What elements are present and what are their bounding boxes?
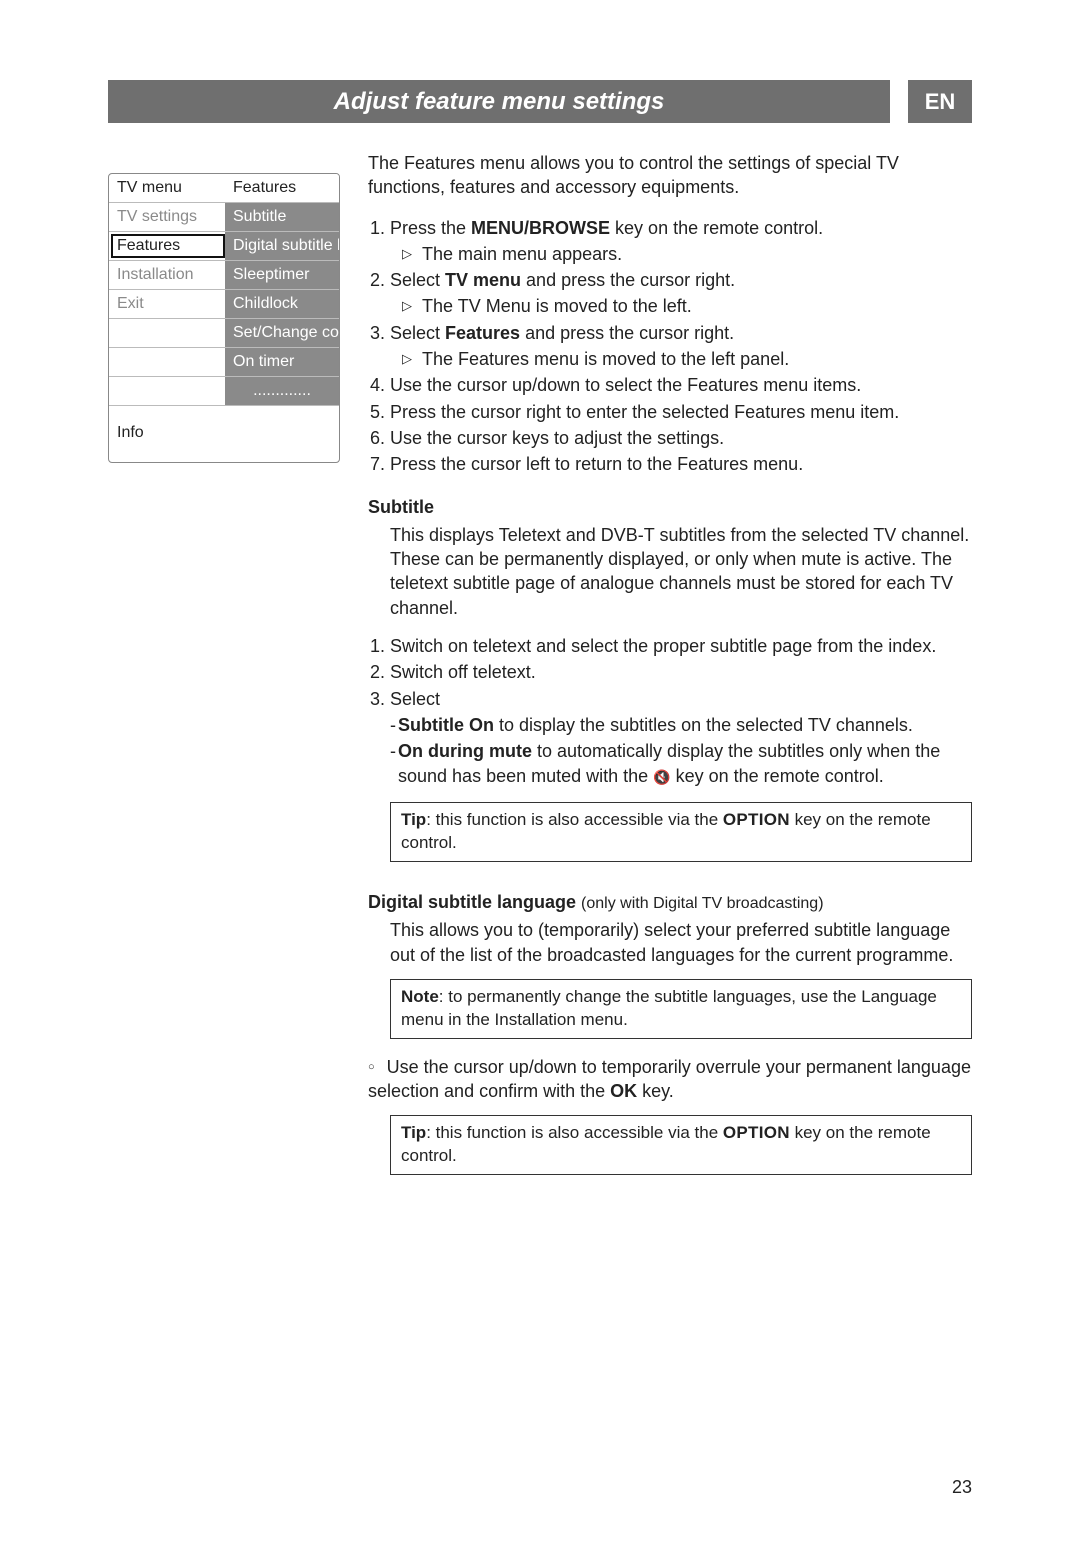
subtitle-step-1: Switch on teletext and select the proper… bbox=[390, 634, 972, 658]
step-2: Select TV menu and press the cursor righ… bbox=[390, 268, 972, 319]
dsl-body: This allows you to (temporarily) select … bbox=[390, 918, 972, 967]
menu-info-label: Info bbox=[109, 405, 339, 462]
menu-row-left bbox=[109, 319, 225, 347]
dsl-heading-note: (only with Digital TV broadcasting) bbox=[581, 895, 823, 912]
menu-row-left: Exit bbox=[109, 290, 225, 318]
menu-row-right: Childlock bbox=[225, 290, 339, 318]
subtitle-tip-box: Tip: this function is also accessible vi… bbox=[390, 802, 972, 862]
menu-right-header: Features bbox=[225, 174, 339, 202]
menu-row-right: Set/Change code bbox=[225, 319, 339, 347]
dsl-tip-box: Tip: this function is also accessible vi… bbox=[390, 1115, 972, 1175]
menu-row-right: Sleeptimer bbox=[225, 261, 339, 289]
menu-row-2: InstallationSleeptimer bbox=[109, 260, 339, 289]
step-result: ▷The Features menu is moved to the left … bbox=[402, 347, 972, 371]
step-3: Select Features and press the cursor rig… bbox=[390, 321, 972, 372]
menu-row-left bbox=[109, 348, 225, 376]
title-bar-row: Adjust feature menu settings EN bbox=[108, 80, 972, 123]
step-result: ▷The TV Menu is moved to the left. bbox=[402, 294, 972, 318]
triangle-bullet-icon: ▷ bbox=[402, 245, 412, 263]
mute-icon: 🔇 bbox=[653, 768, 670, 787]
tv-menu-panel: TV menu Features TV settingsSubtitleFeat… bbox=[108, 173, 340, 463]
dsl-note-box: Note: to permanently change the subtitle… bbox=[390, 979, 972, 1039]
menu-left-header: TV menu bbox=[109, 174, 225, 202]
main-steps-list: Press the MENU/BROWSE key on the remote … bbox=[368, 216, 972, 477]
subtitle-step-3: Select Subtitle On to display the subtit… bbox=[390, 687, 972, 788]
menu-row-right: On timer bbox=[225, 348, 339, 376]
menu-row-0: TV settingsSubtitle bbox=[109, 202, 339, 231]
subtitle-option-on: Subtitle On to display the subtitles on … bbox=[390, 713, 972, 737]
menu-row-left: Features bbox=[109, 232, 225, 260]
menu-row-5: On timer bbox=[109, 347, 339, 376]
intro-paragraph: The Features menu allows you to control … bbox=[368, 151, 972, 200]
dsl-bullet: ○Use the cursor up/down to temporarily o… bbox=[368, 1055, 972, 1104]
menu-row-left: TV settings bbox=[109, 203, 225, 231]
menu-row-right: ............. bbox=[225, 377, 339, 405]
step-result: ▷The main menu appears. bbox=[402, 242, 972, 266]
subtitle-option-mute: On during mute to automatically display … bbox=[390, 739, 972, 788]
subtitle-step-2: Switch off teletext. bbox=[390, 660, 972, 684]
page-number: 23 bbox=[952, 1477, 972, 1498]
page-title: Adjust feature menu settings bbox=[108, 80, 890, 123]
language-tab: EN bbox=[908, 80, 972, 123]
triangle-bullet-icon: ▷ bbox=[402, 297, 412, 315]
step-4: Use the cursor up/down to select the Fea… bbox=[390, 373, 972, 397]
menu-row-left: Installation bbox=[109, 261, 225, 289]
step-7: Press the cursor left to return to the F… bbox=[390, 452, 972, 476]
subtitle-body: This displays Teletext and DVB-T subtitl… bbox=[390, 523, 972, 620]
step-5: Press the cursor right to enter the sele… bbox=[390, 400, 972, 424]
menu-row-right: Digital subtitle lan.. bbox=[225, 232, 339, 260]
triangle-bullet-icon: ▷ bbox=[402, 350, 412, 368]
menu-row-4: Set/Change code bbox=[109, 318, 339, 347]
menu-row-right: Subtitle bbox=[225, 203, 339, 231]
step-6: Use the cursor keys to adjust the settin… bbox=[390, 426, 972, 450]
dsl-heading: Digital subtitle language bbox=[368, 892, 576, 912]
step-1: Press the MENU/BROWSE key on the remote … bbox=[390, 216, 972, 267]
menu-row-left bbox=[109, 377, 225, 405]
subtitle-steps-list: Switch on teletext and select the proper… bbox=[368, 634, 972, 788]
circle-bullet-icon: ○ bbox=[368, 1060, 375, 1075]
subtitle-heading: Subtitle bbox=[368, 495, 972, 519]
menu-row-6: ............. bbox=[109, 376, 339, 405]
menu-row-3: ExitChildlock bbox=[109, 289, 339, 318]
menu-row-1: FeaturesDigital subtitle lan.. bbox=[109, 231, 339, 260]
